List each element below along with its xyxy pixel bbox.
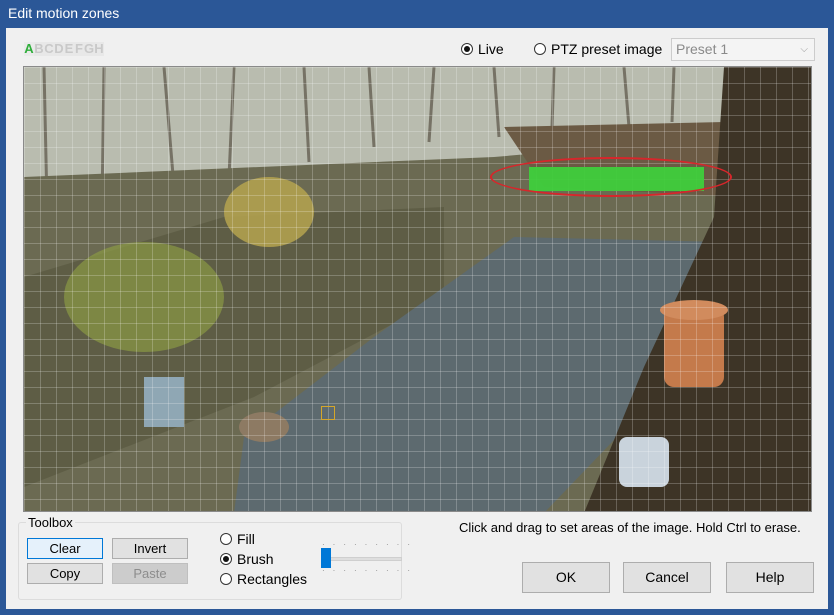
rectangles-mode-radio[interactable]: Rectangles [220,571,307,587]
live-radio-label: Live [478,41,504,57]
radio-selected-icon [220,553,232,565]
zone-tab-e[interactable]: E [64,42,74,56]
zone-tab-c[interactable]: C [44,42,54,56]
fill-mode-radio[interactable]: Fill [220,531,255,547]
radio-unselected-icon [534,43,546,55]
brush-size-slider[interactable] [322,557,402,561]
rectangles-mode-label: Rectangles [237,571,308,587]
zone-tab-b[interactable]: B [34,42,44,56]
dialog-client: A B C D E F G H Live PTZ preset image Pr… [6,28,828,609]
paste-button[interactable]: Paste [112,563,188,584]
brush-size-slider-thumb[interactable] [321,548,331,568]
instructions-text: Click and drag to set areas of the image… [459,520,801,535]
brush-cursor [321,406,335,420]
window-title: Edit motion zones [0,0,834,28]
chevron-down-icon: ⌵ [800,44,808,55]
toolbox-label: Toolbox [26,515,75,530]
zone-tab-a[interactable]: A [24,42,34,56]
radio-unselected-icon [220,533,232,545]
brush-mode-label: Brush [237,551,274,567]
ptz-preset-radio[interactable]: PTZ preset image [534,41,662,57]
zone-tab-f[interactable]: F [74,42,84,56]
invert-button[interactable]: Invert [112,538,188,559]
slider-ticks-bottom: ········· [322,566,418,575]
radio-unselected-icon [220,573,232,585]
preset-select-value: Preset 1 [676,41,729,57]
fill-mode-label: Fill [237,531,255,547]
copy-button[interactable]: Copy [27,563,103,584]
ok-button[interactable]: OK [522,562,610,593]
preset-select[interactable]: Preset 1 ⌵ [671,38,815,61]
camera-scene-image [24,67,811,511]
live-radio[interactable]: Live [461,41,504,57]
cancel-button[interactable]: Cancel [623,562,711,593]
toolbox-group [18,522,402,600]
zone-tab-d[interactable]: D [54,42,64,56]
brush-mode-radio[interactable]: Brush [220,551,274,567]
help-button[interactable]: Help [726,562,814,593]
annotation-ellipse [490,157,732,197]
slider-ticks-top: ········· [322,540,418,549]
zone-tab-g[interactable]: G [84,42,94,56]
clear-button[interactable]: Clear [27,538,103,559]
zone-tab-h[interactable]: H [94,42,104,56]
ptz-preset-radio-label: PTZ preset image [551,41,663,57]
zone-selector: A B C D E F G H [24,42,104,56]
camera-image-canvas[interactable] [23,66,812,512]
radio-selected-icon [461,43,473,55]
